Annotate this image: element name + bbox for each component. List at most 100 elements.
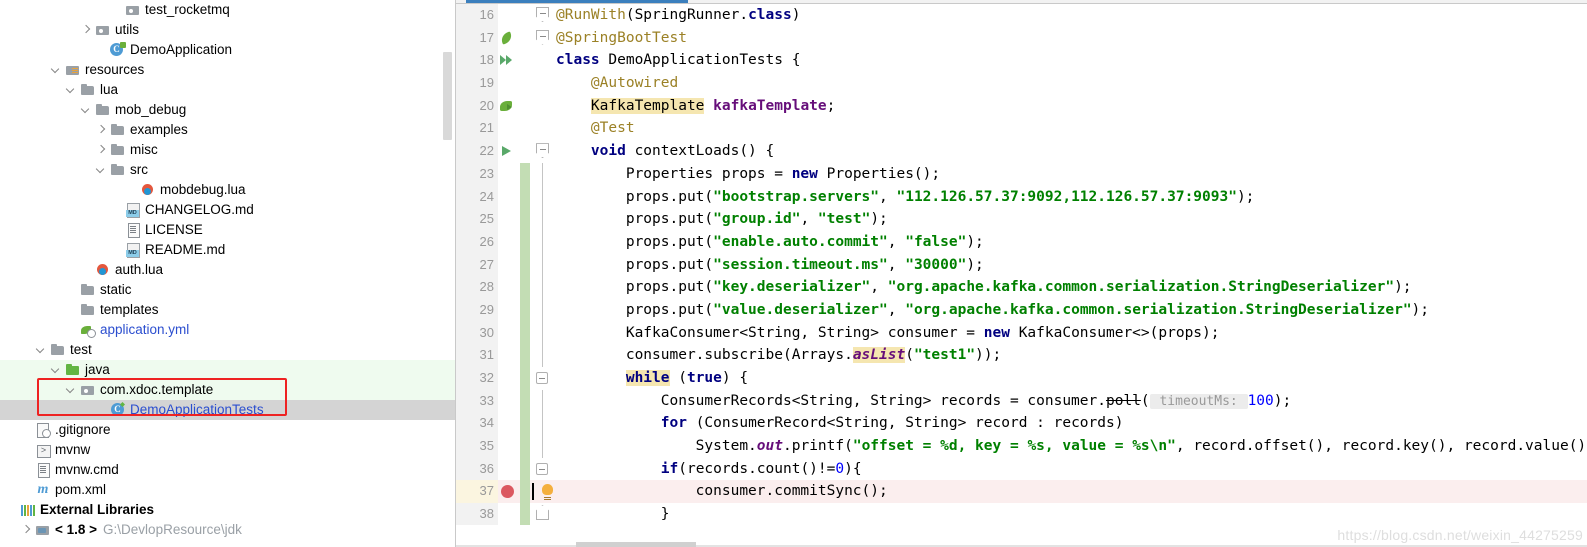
vcs-changed-marker[interactable] [520,457,530,481]
tree-item-changelog-md[interactable]: CHANGELOG.md [0,200,455,220]
vcs-changed-marker[interactable] [520,185,530,209]
vcs-changed-marker[interactable] [520,480,530,504]
fold-collapse-icon[interactable] [536,462,548,475]
tree-item-resources[interactable]: resources [0,60,455,80]
tree-item-com-xdoc-template[interactable]: com.xdoc.template [0,380,455,400]
tree-item-pom-xml[interactable]: pom.xml [0,480,455,500]
code-line[interactable]: 32 while (true) { [456,367,1587,390]
code-line[interactable]: 18 class DemoApplicationTests { [456,49,1587,73]
code-line[interactable]: 16 @RunWith(SpringRunner.class) [456,4,1587,27]
code-line[interactable]: 20 KafkaTemplate kafkaTemplate; [456,94,1587,118]
code-line[interactable]: 19 @Autowired [456,72,1587,95]
tree-item-auth-lua[interactable]: auth.lua [0,260,455,280]
code-text[interactable]: } [556,503,670,525]
code-text[interactable]: props.put("session.timeout.ms", "30000")… [556,254,984,277]
code-text[interactable]: while (true) { [556,367,748,390]
tree-item-external-libraries[interactable]: External Libraries [0,500,455,520]
code-text[interactable]: if(records.count()!=0){ [556,458,862,481]
chevron-down-icon[interactable] [66,85,77,96]
code-folding-column[interactable] [530,230,556,254]
code-folding-column[interactable] [530,185,556,209]
code-text[interactable]: KafkaTemplate kafkaTemplate; [556,95,835,118]
project-tree-panel[interactable]: test_rocketmqutils DemoApplication resourc… [0,0,455,547]
code-line[interactable]: 35 System.out.printf("offset = %d, key =… [456,435,1587,458]
vcs-changed-marker[interactable] [520,321,530,345]
code-line[interactable]: 17 @SpringBootTest [456,26,1587,50]
code-text[interactable]: props.put("value.deserializer", "org.apa… [556,299,1429,322]
code-text[interactable]: System.out.printf("offset = %d, key = %s… [556,435,1587,458]
tree-item-java[interactable]: java [0,360,455,380]
fold-collapse-icon[interactable] [536,372,548,384]
editor-panel[interactable]: 16 @RunWith(SpringRunner.class) 17 @SpringB… [455,0,1587,547]
code-text[interactable]: props.put("group.id", "test"); [556,208,888,231]
code-text[interactable]: @Autowired [556,72,678,95]
chevron-down-icon[interactable] [51,365,62,376]
tree-item-1-8[interactable]: < 1.8 > G:\DevlopResource\jdk [0,520,455,540]
vcs-changed-marker[interactable] [520,230,530,254]
tree-item-test[interactable]: test [0,340,455,360]
vcs-changed-marker[interactable] [520,208,530,231]
run-test-icon[interactable] [498,140,520,163]
vcs-changed-marker[interactable] [520,298,530,322]
chevron-right-icon[interactable] [96,125,107,136]
code-folding-column[interactable] [530,389,556,413]
code-folding-column[interactable] [530,344,556,367]
code-folding-column[interactable] [530,253,556,277]
code-folding-column[interactable] [530,162,556,186]
code-text[interactable]: props.put("bootstrap.servers", "112.126.… [556,186,1255,209]
code-line[interactable]: 26 props.put("enable.auto.commit", "fals… [456,230,1587,254]
code-text[interactable]: Properties props = new Properties(); [556,163,940,186]
code-folding-column[interactable] [530,49,556,72]
code-folding-column[interactable] [530,208,556,231]
tree-item-mob-debug[interactable]: mob_debug [0,100,455,120]
code-folding-column[interactable] [530,117,556,140]
vcs-changed-marker[interactable] [520,367,530,390]
run-all-tests-icon[interactable] [498,49,520,72]
intention-bulb-icon[interactable] [542,484,553,499]
tree-item-demoapplicationtests[interactable]: DemoApplicationTests [0,400,455,420]
code-folding-column[interactable] [530,458,556,481]
tree-item-gitignore[interactable]: .gitignore [0,420,455,440]
code-folding-column[interactable] [530,4,556,27]
tree-item-lua[interactable]: lua [0,80,455,100]
vcs-changed-marker[interactable] [520,253,530,277]
tree-item-templates[interactable]: templates [0,300,455,320]
fold-marker-icon[interactable] [536,143,549,159]
code-line[interactable]: 27 props.put("session.timeout.ms", "3000… [456,253,1587,277]
tree-item-mobdebug-lua[interactable]: mobdebug.lua [0,180,455,200]
horizontal-scrollbar[interactable] [576,542,696,547]
tree-item-application-yml[interactable]: application.yml [0,320,455,340]
code-folding-column[interactable] [530,321,556,345]
tree-item-license[interactable]: LICENSE [0,220,455,240]
code-line[interactable]: 22 void contextLoads() { [456,140,1587,163]
tree-item-mvnw[interactable]: mvnw [0,440,455,460]
code-line[interactable]: 37 consumer.commitSync(); [456,480,1587,504]
spring-bean-icon[interactable] [498,95,520,118]
chevron-right-icon[interactable] [21,525,32,536]
project-tree-scrollbar[interactable] [443,52,452,140]
code-folding-column[interactable] [530,72,556,95]
code-text[interactable]: @Test [556,117,635,140]
tree-item-src[interactable]: src [0,160,455,180]
code-text[interactable]: ConsumerRecords<String, String> records … [556,390,1291,414]
chevron-down-icon[interactable] [96,165,107,176]
code-text[interactable]: void contextLoads() { [556,140,774,163]
chevron-right-icon[interactable] [81,25,92,36]
vcs-changed-marker[interactable] [520,503,530,525]
code-line[interactable]: 23 Properties props = new Properties(); [456,162,1587,186]
vcs-changed-marker[interactable] [520,435,530,458]
tree-item-test-rocketmq[interactable]: test_rocketmq [0,0,455,20]
code-text[interactable]: @SpringBootTest [556,27,687,50]
tree-item-utils[interactable]: utils [0,20,455,40]
code-text[interactable]: for (ConsumerRecord<String, String> reco… [556,412,1124,435]
chevron-down-icon[interactable] [81,105,92,116]
tree-item-readme-md[interactable]: README.md [0,240,455,260]
chevron-down-icon[interactable] [51,65,62,76]
code-lines-container[interactable]: 16 @RunWith(SpringRunner.class) 17 @SpringB… [456,4,1587,525]
chevron-down-icon[interactable] [36,345,47,356]
code-folding-column[interactable] [530,140,556,163]
spring-leaf-icon[interactable] [498,27,520,50]
chevron-down-icon[interactable] [66,385,77,396]
vcs-changed-marker[interactable] [520,412,530,436]
vcs-changed-marker[interactable] [520,344,530,367]
